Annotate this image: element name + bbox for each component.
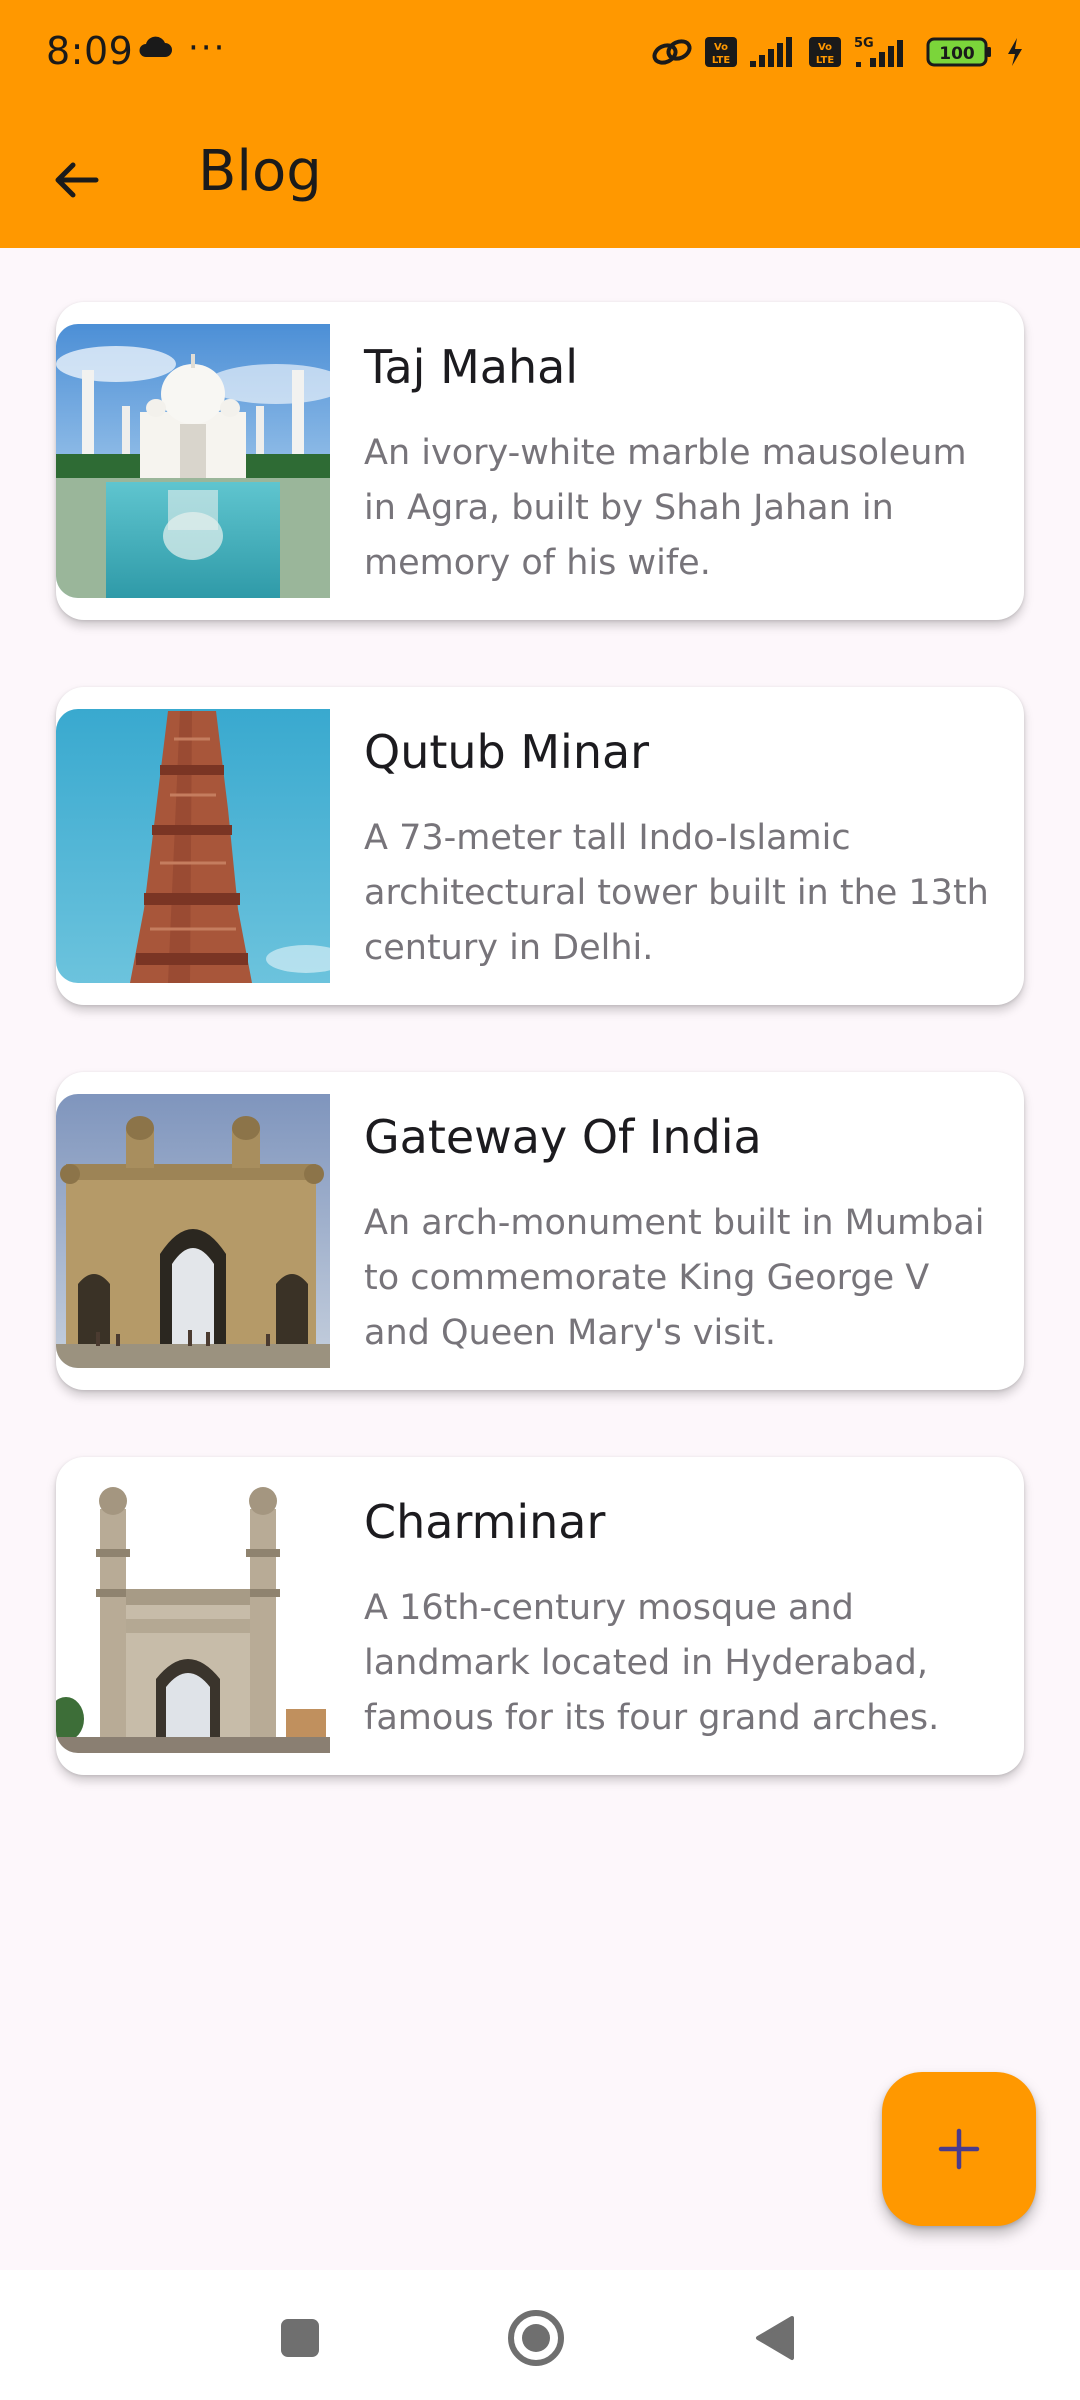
5g-signal-icon: 5G [852,34,916,70]
home-icon [508,2310,564,2366]
system-nav-bar [0,2270,1080,2400]
svg-text:5G: 5G [854,36,874,51]
card-description: An arch-monument built in Mumbai to comm… [364,1203,985,1353]
charminar-image [56,1479,330,1753]
volte-icon: Vo LTE [704,35,738,69]
signal-strength-icon [748,35,798,69]
recents-button[interactable] [260,2298,340,2378]
blog-card-qutub-minar[interactable]: Qutub Minar A 73-meter tall Indo-Islamic… [56,687,1024,1005]
card-title: Qutub Minar [364,725,650,779]
system-back-button[interactable] [734,2298,814,2378]
charging-bolt-icon [1006,37,1024,67]
battery-icon: 100 [926,36,996,68]
card-title: Gateway Of India [364,1110,762,1164]
plus-icon [938,2128,980,2170]
more-notifications-icon: ··· [188,28,227,68]
page-title: Blog [198,139,322,204]
card-title: Taj Mahal [364,340,579,394]
gateway-of-india-image [56,1094,330,1368]
home-button[interactable] [496,2298,576,2378]
card-description: A 16th-century mosque and landmark locat… [364,1588,940,1738]
app-bar: Blog [0,104,1080,248]
blog-card-taj-mahal[interactable]: Taj Mahal An ivory-white marble mausoleu… [56,302,1024,620]
svg-text:Vo: Vo [818,42,832,53]
taj-mahal-image [56,324,330,598]
svg-text:100: 100 [939,44,975,64]
card-description: A 73-meter tall Indo-Islamic architectur… [364,818,989,968]
svg-text:LTE: LTE [816,55,835,66]
link-icon [650,37,694,67]
recents-icon [281,2319,319,2357]
status-time: 8:09 [46,29,134,73]
add-post-button[interactable] [882,2072,1036,2226]
status-icons: Vo LTE Vo LTE 5G 100 [650,30,1024,74]
arrow-left-icon [55,162,99,198]
volte-icon-2: Vo LTE [808,35,842,69]
status-bar: 8:09 ··· Vo LTE Vo LTE 5G 100 [0,0,1080,104]
cloud-icon [138,36,172,58]
qutub-minar-image [56,709,330,983]
back-button[interactable] [40,144,112,216]
app-screen: 8:09 ··· Vo LTE Vo LTE 5G 100 Blog Taj M… [0,0,1080,2400]
svg-text:Vo: Vo [714,42,728,53]
svg-text:LTE: LTE [712,55,731,66]
blog-card-gateway-of-india[interactable]: Gateway Of India An arch-monument built … [56,1072,1024,1390]
card-title: Charminar [364,1495,606,1549]
back-triangle-icon [756,2316,794,2360]
top-bar: 8:09 ··· Vo LTE Vo LTE 5G 100 Blog [0,0,1080,248]
card-description: An ivory-white marble mausoleum in Agra,… [364,433,967,583]
blog-card-charminar[interactable]: Charminar A 16th-century mosque and land… [56,1457,1024,1775]
